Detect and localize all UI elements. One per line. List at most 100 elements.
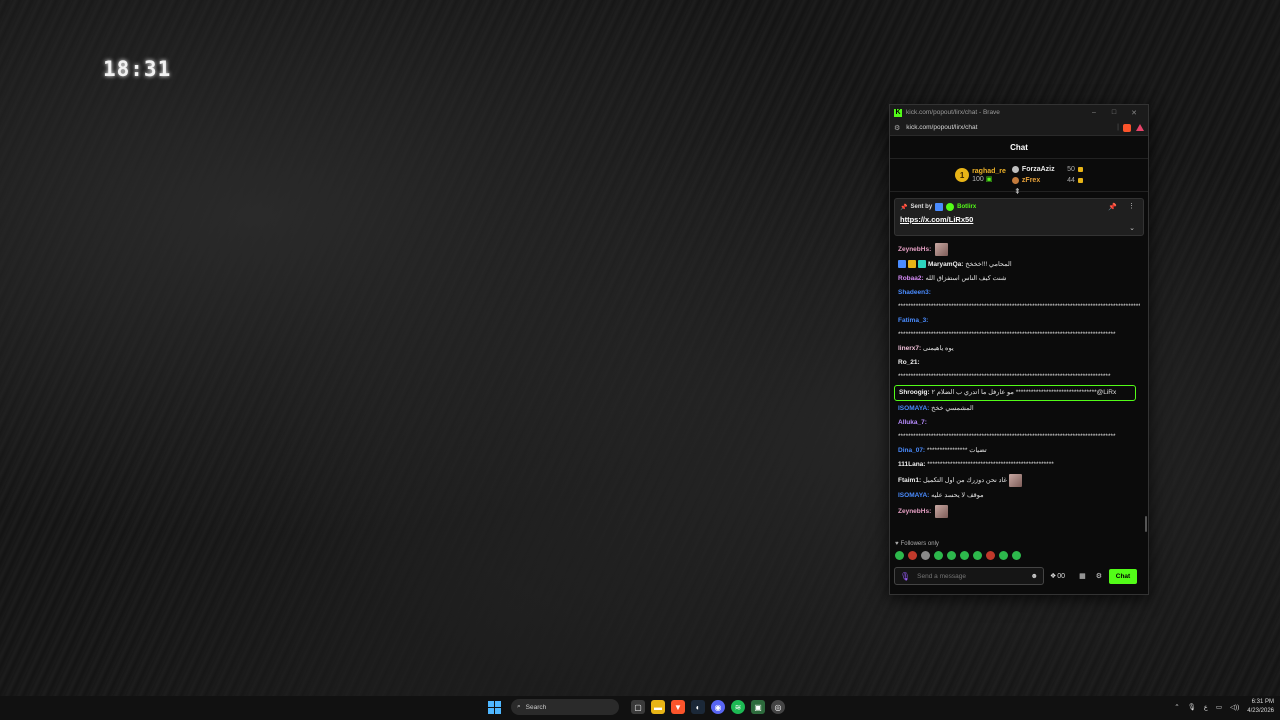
bot-badge-icon bbox=[935, 203, 944, 211]
emote-icon[interactable] bbox=[934, 551, 943, 560]
followers-only-notice: ♥ Followers only bbox=[895, 541, 939, 547]
pin-small-icon: 📌 bbox=[900, 204, 908, 211]
microphone-icon[interactable]: 🎙 bbox=[900, 572, 910, 581]
minimize-icon[interactable]: – bbox=[1084, 109, 1104, 116]
microphone-tray-icon[interactable]: 🎙 bbox=[1188, 703, 1196, 711]
emote-icon[interactable] bbox=[986, 551, 995, 560]
chat-username[interactable]: ISOMAYA: bbox=[898, 405, 929, 412]
task-view-icon[interactable]: ▢ bbox=[631, 700, 645, 714]
leaderboard-second[interactable]: ForzaAziz 50 bbox=[1011, 164, 1083, 175]
volume-icon[interactable]: ◁)) bbox=[1230, 703, 1239, 711]
chat-message: ****************************************… bbox=[890, 370, 1140, 384]
chat-message: Shroogig: مو عارفل ما اتدري ب الضلام ٢ *… bbox=[894, 385, 1136, 401]
chat-username[interactable]: Ftaim1: bbox=[898, 477, 921, 484]
chat-scrollbar[interactable] bbox=[1144, 241, 1147, 533]
gift-icon[interactable]: ▦ bbox=[1079, 572, 1086, 580]
chat-message-text: المحامي !!!خخخخ bbox=[965, 261, 1012, 268]
address-bar: ⚙ kick.com/popout/lirx/chat | bbox=[890, 120, 1148, 136]
more-options-icon[interactable]: ⋮ bbox=[1128, 202, 1135, 210]
emoji-icon[interactable]: ☻ bbox=[1031, 573, 1038, 580]
kick-logo-icon: K bbox=[894, 108, 902, 117]
chat-username[interactable]: Ro_21: bbox=[898, 359, 920, 366]
message-input[interactable] bbox=[917, 572, 1031, 580]
url-field[interactable]: kick.com/popout/lirx/chat bbox=[906, 124, 1117, 131]
brave-rewards-icon[interactable] bbox=[1136, 124, 1144, 131]
network-icon[interactable]: ▭ bbox=[1216, 703, 1222, 711]
emote-icon[interactable] bbox=[921, 551, 930, 560]
chat-send-button[interactable]: Chat bbox=[1108, 568, 1137, 584]
obs-icon[interactable]: ◎ bbox=[771, 700, 785, 714]
user-badge-icon bbox=[908, 260, 916, 269]
pinned-link[interactable]: https://x.com/LiRx50 bbox=[900, 215, 1138, 224]
window-title: kick.com/popout/lirx/chat - Brave bbox=[906, 109, 1000, 116]
chat-username[interactable]: Alluka_7: bbox=[898, 419, 927, 426]
leaderboard-second-points: 50 bbox=[1067, 166, 1075, 173]
windows-start-icon[interactable] bbox=[488, 700, 501, 714]
chat-username[interactable]: ISOMAYA: bbox=[898, 492, 929, 499]
leaderboard-second-name: ForzaAziz bbox=[1021, 166, 1055, 173]
bot-name[interactable]: Botlirx bbox=[957, 204, 976, 210]
search-icon: ⌕ bbox=[517, 703, 521, 710]
close-icon[interactable]: ✕ bbox=[1124, 109, 1144, 117]
chat-username[interactable]: 111Lana: bbox=[898, 461, 925, 468]
taskbar-search[interactable]: ⌕ Search bbox=[511, 699, 619, 715]
site-settings-icon[interactable]: ⚙ bbox=[894, 124, 900, 132]
chat-message: Ro_21: bbox=[890, 356, 1140, 370]
emote-icon[interactable] bbox=[1012, 551, 1021, 560]
chat-message: ISOMAYA: المشمسي خخخ bbox=[890, 402, 1140, 416]
brave-shields-icon[interactable] bbox=[1123, 123, 1131, 132]
language-icon[interactable]: ع bbox=[1204, 703, 1208, 711]
title-bar: K kick.com/popout/lirx/chat - Brave – □ … bbox=[890, 105, 1148, 120]
chat-username[interactable]: ZeynebHs: bbox=[898, 246, 931, 253]
emote-icon[interactable] bbox=[973, 551, 982, 560]
emote-icon[interactable] bbox=[895, 551, 904, 560]
emote-icon[interactable] bbox=[908, 551, 917, 560]
chat-message-text: **************** تضيات bbox=[926, 447, 987, 454]
chat-emote-icon[interactable] bbox=[935, 505, 949, 518]
user-badge-icon bbox=[918, 260, 926, 269]
app-icon[interactable]: ▣ bbox=[751, 700, 765, 714]
emote-icon[interactable] bbox=[960, 551, 969, 560]
collapse-icon[interactable]: ⇞ bbox=[1014, 187, 1021, 196]
file-explorer-icon[interactable]: ▬ bbox=[651, 700, 665, 714]
chat-username[interactable]: ZeynebHs: bbox=[898, 508, 931, 515]
discord-icon[interactable]: ◉ bbox=[711, 700, 725, 714]
chat-message: Alluka_7: bbox=[890, 416, 1140, 430]
chat-username[interactable]: Robaa2: bbox=[898, 275, 924, 282]
pin-icon[interactable]: 📌 bbox=[1108, 203, 1117, 211]
coin-icon bbox=[1077, 167, 1083, 172]
chat-message: linerx7: يوه ياهيمنى bbox=[890, 342, 1140, 356]
leaderboard-first[interactable]: 1 raghad_re 100 ▣ bbox=[955, 168, 1006, 183]
chat-message-text: ****************************************… bbox=[898, 331, 1116, 338]
chat-message-text: يوه ياهيمنى bbox=[922, 345, 954, 352]
spotify-icon[interactable]: ≋ bbox=[731, 700, 745, 714]
brave-browser-icon[interactable]: ▼ bbox=[671, 700, 685, 714]
chat-username[interactable]: Dina_07: bbox=[898, 447, 925, 454]
steam-icon[interactable]: ◐ bbox=[691, 700, 705, 714]
chevron-up-icon[interactable]: ⌃ bbox=[1174, 703, 1179, 711]
leaderboard-third-name: zFrex bbox=[1021, 177, 1041, 184]
chat-username[interactable]: Shadeen3: bbox=[898, 289, 931, 296]
chat-emote-icon[interactable] bbox=[1008, 474, 1022, 487]
chat-username[interactable]: MaryamQa: bbox=[928, 261, 963, 268]
maximize-icon[interactable]: □ bbox=[1104, 109, 1124, 116]
settings-icon[interactable]: ⚙ bbox=[1096, 572, 1102, 580]
chat-emote-icon[interactable] bbox=[935, 243, 949, 256]
emote-icon[interactable] bbox=[999, 551, 1008, 560]
chevron-down-icon[interactable]: ⌄ bbox=[1129, 224, 1135, 232]
emote-icon[interactable] bbox=[947, 551, 956, 560]
chat-username[interactable]: linerx7: bbox=[898, 345, 921, 352]
chat-username[interactable]: Shroogig: bbox=[899, 389, 930, 396]
pinned-message: 📌 Sent by Botlirx https://x.com/LiRx50 📌… bbox=[894, 198, 1144, 236]
chat-title: Chat bbox=[890, 136, 1148, 159]
chat-message: Ftaim1: غاد نحن دوزرك من اول التكميل bbox=[890, 472, 1140, 489]
chat-messages: ZeynebHs: MaryamQa: المحامي !!!خخخخ Robaa… bbox=[890, 241, 1140, 533]
tray-clock[interactable]: 6:31 PM 4/23/2026 bbox=[1247, 698, 1274, 716]
leaderboard-third[interactable]: zFrex 44 bbox=[1011, 175, 1083, 186]
chat-message: ****************************************… bbox=[890, 300, 1140, 314]
channel-points-icon[interactable]: ❖ bbox=[1050, 572, 1056, 580]
system-tray: ⌃ 🎙 ع ▭ ◁)) 6:31 PM 4/23/2026 bbox=[1174, 698, 1274, 716]
chat-username[interactable]: Fatima_3: bbox=[898, 317, 928, 324]
silver-medal-icon bbox=[1011, 166, 1019, 173]
chat-message: ISOMAYA: موقف لا يحسد عليه bbox=[890, 489, 1140, 503]
